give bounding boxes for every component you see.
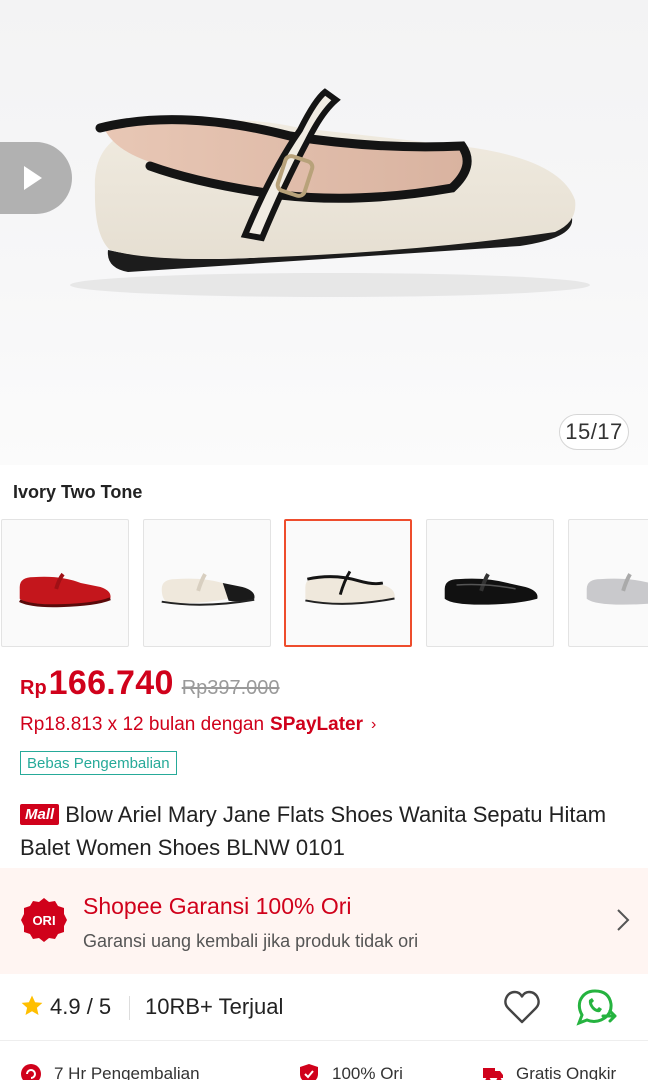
whatsapp-share-icon[interactable] [576,988,618,1028]
variant-thumb-ivory-two-tone[interactable] [284,519,412,647]
selected-variant-name: Ivory Two Tone [13,482,143,502]
current-price: 166.740 [48,664,174,702]
free-return-badge: Bebas Pengembalian [20,751,177,775]
rating-value: 4.9 / 5 [50,994,112,1019]
variant-image [19,572,111,608]
perk-free-shipping[interactable]: Gratis Ongkir [482,1063,616,1080]
variant-thumb-red[interactable] [1,519,129,647]
shield-check-icon [300,1064,318,1080]
perk-return[interactable]: 7 Hr Pengembalian [20,1063,200,1080]
product-image-gallery[interactable]: 15/17 [0,0,648,465]
product-image [70,88,590,297]
rating-sold-row: 4.9 / 5 10RB+ Terjual [0,984,648,1032]
perk-label: 100% Ori [332,1064,403,1080]
variant-thumb-silver[interactable] [568,519,648,647]
variant-thumb-ivory-black-toe[interactable] [143,519,271,647]
mall-badge: Mall [20,804,60,825]
guarantee-subtitle: Garansi uang kembali jika produk tidak o… [83,931,419,951]
guarantee-title: Shopee Garansi 100% Ori [83,893,352,919]
variant-image [586,573,648,605]
ori-badge-icon: ORI [21,898,67,942]
perk-label: Gratis Ongkir [516,1064,617,1080]
variant-thumbnail-list[interactable] [0,519,648,649]
perks-row[interactable]: 7 Hr Pengembalian 100% Ori Gratis Ongkir [0,1063,648,1080]
installment-text: Rp18.813 x 12 bulan dengan [20,714,265,735]
return-icon [21,1064,41,1080]
heart-icon[interactable] [503,989,541,1025]
product-title-text: Blow Ariel Mary Jane Flats Shoes Wanita … [20,802,607,860]
guarantee-banner[interactable]: ORI Shopee Garansi 100% Ori Garansi uang… [0,868,648,974]
price-row: Rp 166.740 Rp397.000 [20,664,280,703]
sold-count: 10RB+ Terjual [145,994,284,1019]
section-divider [0,1040,648,1041]
perk-label: 7 Hr Pengembalian [54,1064,200,1080]
chevron-right-icon [617,909,630,931]
image-counter: 15/17 [559,414,629,450]
variant-image [305,570,395,605]
divider [129,996,130,1020]
installment-link[interactable]: Rp18.813 x 12 bulan dengan SPayLater › [20,714,376,736]
product-title: Mall Blow Ariel Mary Jane Flats Shoes Wan… [20,798,620,864]
variant-image [161,573,255,606]
spaylater-brand: SPayLater [270,714,363,735]
ori-badge-text: ORI [32,913,55,928]
price-currency: Rp [20,677,47,699]
perk-ori[interactable]: 100% Ori [298,1063,403,1080]
original-price: Rp397.000 [181,677,280,699]
variant-thumb-black[interactable] [426,519,554,647]
star-icon [21,995,43,1015]
play-icon [24,166,42,190]
chevron-right-icon: › [371,716,377,733]
variant-image [444,573,538,605]
play-video-button[interactable] [0,142,72,214]
truck-icon [483,1068,503,1080]
